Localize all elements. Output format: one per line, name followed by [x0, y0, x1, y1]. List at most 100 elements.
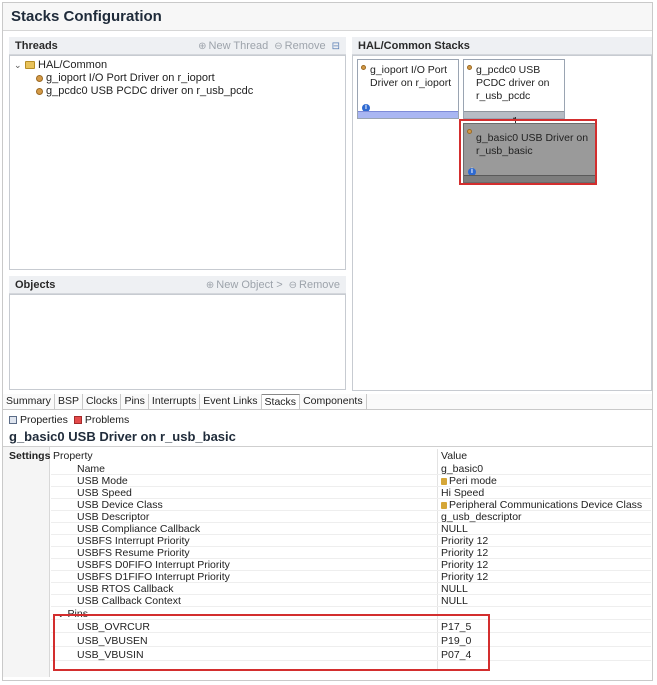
- table-header: Property Value: [51, 450, 651, 462]
- tab-summary[interactable]: Summary: [3, 394, 55, 409]
- property-name: USB Compliance Callback: [77, 523, 201, 535]
- new-object-icon: ⊕: [205, 279, 215, 291]
- view-tabs: Properties Problems: [3, 412, 652, 427]
- property-name: USB Speed: [77, 487, 132, 499]
- editor-tabs: Summary BSP Clocks Pins Interrupts Event…: [3, 394, 652, 410]
- property-value[interactable]: NULL: [441, 523, 468, 535]
- component-icon: [467, 65, 472, 70]
- new-thread-icon: ⊕: [198, 40, 207, 52]
- tab-properties-label: Properties: [20, 413, 68, 426]
- objects-list: [9, 294, 346, 390]
- divider: [3, 446, 652, 447]
- property-name: USBFS Interrupt Priority: [77, 535, 190, 547]
- table-row[interactable]: USBFS D0FIFO Interrupt Priority Priority…: [51, 559, 651, 571]
- property-name: USB Device Class: [77, 499, 163, 511]
- property-name: USBFS D0FIFO Interrupt Priority: [77, 559, 230, 571]
- property-value[interactable]: Priority 12: [441, 535, 488, 547]
- objects-actions: ⊕ New Object > ⊖ Remove: [206, 279, 340, 291]
- tree-item-ioport[interactable]: g_ioport I/O Port Driver on r_ioport: [36, 72, 215, 84]
- stack-card-bar: [358, 111, 458, 118]
- tab-properties[interactable]: Properties: [9, 414, 68, 426]
- property-value: Peri mode: [449, 475, 497, 487]
- chevron-down-icon[interactable]: ⌄: [14, 60, 22, 71]
- selected-item-title: g_basic0 USB Driver on r_usb_basic: [9, 429, 236, 444]
- tree-item-label: g_ioport I/O Port Driver on r_ioport: [46, 72, 215, 84]
- stacks-canvas: g_ioport I/O Port Driver on r_ioport i g…: [352, 55, 652, 391]
- component-icon: [36, 87, 43, 95]
- new-thread-label: New Thread: [208, 40, 269, 52]
- property-value: Peripheral Communications Device Class: [449, 499, 643, 511]
- new-thread-button[interactable]: ⊕ New Thread: [198, 40, 268, 52]
- table-row[interactable]: USB Mode Peri mode: [51, 475, 651, 487]
- property-value-cell[interactable]: Peripheral Communications Device Class: [441, 499, 642, 511]
- tab-event-links[interactable]: Event Links: [200, 394, 262, 409]
- remove-thread-button[interactable]: ⊖ Remove: [274, 40, 325, 52]
- table-row[interactable]: USB Device Class Peripheral Communicatio…: [51, 499, 651, 511]
- table-row[interactable]: USB RTOS Callback NULL: [51, 583, 651, 595]
- tab-stacks[interactable]: Stacks: [261, 394, 301, 409]
- threads-tree: ⌄ HAL/Common g_ioport I/O Port Driver on…: [9, 55, 346, 270]
- tree-item-label: g_pcdc0 USB PCDC driver on r_usb_pcdc: [46, 85, 254, 97]
- settings-side-panel: [3, 447, 50, 677]
- component-icon: [361, 65, 366, 70]
- table-row[interactable]: USBFS D1FIFO Interrupt Priority Priority…: [51, 571, 651, 583]
- folder-icon: [25, 61, 35, 69]
- property-name: USB RTOS Callback: [77, 583, 174, 595]
- stack-card-pcdc[interactable]: g_pcdc0 USB PCDC driver on r_usb_pcdc: [463, 59, 565, 119]
- lock-icon: [441, 501, 447, 509]
- tab-bsp[interactable]: BSP: [55, 394, 83, 409]
- property-name: USB Mode: [77, 475, 128, 487]
- threads-panel-header: Threads ⊕ New Thread ⊖ Remove ⊟: [9, 37, 346, 55]
- problems-icon: [73, 415, 82, 424]
- property-value[interactable]: Priority 12: [441, 559, 488, 571]
- editor-title-bar: Stacks Configuration: [3, 3, 652, 31]
- table-row[interactable]: USBFS Resume Priority Priority 12: [51, 547, 651, 559]
- table-row[interactable]: USB Compliance Callback NULL: [51, 523, 651, 535]
- remove-icon: ⊖: [274, 40, 283, 52]
- stacks-panel-title: HAL/Common Stacks: [358, 40, 470, 52]
- threads-actions: ⊕ New Thread ⊖ Remove ⊟: [198, 40, 340, 52]
- property-value[interactable]: NULL: [441, 583, 468, 595]
- table-row[interactable]: USB Speed Hi Speed: [51, 487, 651, 499]
- property-value[interactable]: NULL: [441, 595, 468, 607]
- property-value[interactable]: g_usb_descriptor: [441, 511, 522, 523]
- collapse-all-button[interactable]: ⊟: [332, 40, 340, 52]
- remove-object-label: Remove: [299, 279, 340, 291]
- collapse-icon: ⊟: [331, 40, 340, 52]
- tree-item-pcdc[interactable]: g_pcdc0 USB PCDC driver on r_usb_pcdc: [36, 85, 253, 97]
- stack-card-label: g_ioport I/O Port Driver on r_ioport: [370, 64, 452, 89]
- table-row[interactable]: USB Descriptor g_usb_descriptor: [51, 511, 651, 523]
- stack-card-label: g_pcdc0 USB PCDC driver on r_usb_pcdc: [476, 64, 550, 102]
- property-value[interactable]: g_basic0: [441, 463, 483, 475]
- highlight-box: [459, 119, 597, 185]
- new-object-label: New Object >: [216, 279, 283, 291]
- objects-panel-title: Objects: [15, 279, 56, 291]
- remove-object-button[interactable]: ⊖ Remove: [289, 279, 340, 291]
- threads-panel-title: Threads: [15, 40, 58, 52]
- tab-clocks[interactable]: Clocks: [83, 394, 122, 409]
- property-value[interactable]: Hi Speed: [441, 487, 484, 499]
- property-value-cell[interactable]: Peri mode: [441, 475, 497, 487]
- property-value[interactable]: Priority 12: [441, 547, 488, 559]
- table-row[interactable]: USB Callback Context NULL: [51, 595, 651, 607]
- tab-problems-label: Problems: [84, 413, 130, 426]
- tab-components[interactable]: Components: [300, 394, 367, 409]
- property-name: USB Callback Context: [77, 595, 181, 607]
- property-name: USBFS Resume Priority: [77, 547, 190, 559]
- pins-highlight-box: [53, 614, 490, 671]
- table-row[interactable]: Name g_basic0: [51, 463, 651, 475]
- tab-settings[interactable]: Settings: [9, 450, 50, 462]
- tab-interrupts[interactable]: Interrupts: [149, 394, 201, 409]
- tab-problems[interactable]: Problems: [73, 413, 130, 426]
- objects-panel-header: Objects ⊕ New Object > ⊖ Remove: [9, 276, 346, 294]
- tree-item-label: HAL/Common: [38, 59, 108, 71]
- table-row[interactable]: USBFS Interrupt Priority Priority 12: [51, 535, 651, 547]
- property-name: USB Descriptor: [77, 511, 150, 523]
- property-value[interactable]: Priority 12: [441, 571, 488, 583]
- tree-item-hal-common[interactable]: ⌄ HAL/Common: [14, 59, 107, 71]
- remove-icon: ⊖: [288, 279, 298, 291]
- new-object-button[interactable]: ⊕ New Object >: [206, 279, 283, 291]
- stacks-configuration-editor: Stacks Configuration Threads ⊕ New Threa…: [2, 2, 653, 681]
- stack-card-ioport[interactable]: g_ioport I/O Port Driver on r_ioport i: [357, 59, 459, 119]
- tab-pins[interactable]: Pins: [121, 394, 149, 409]
